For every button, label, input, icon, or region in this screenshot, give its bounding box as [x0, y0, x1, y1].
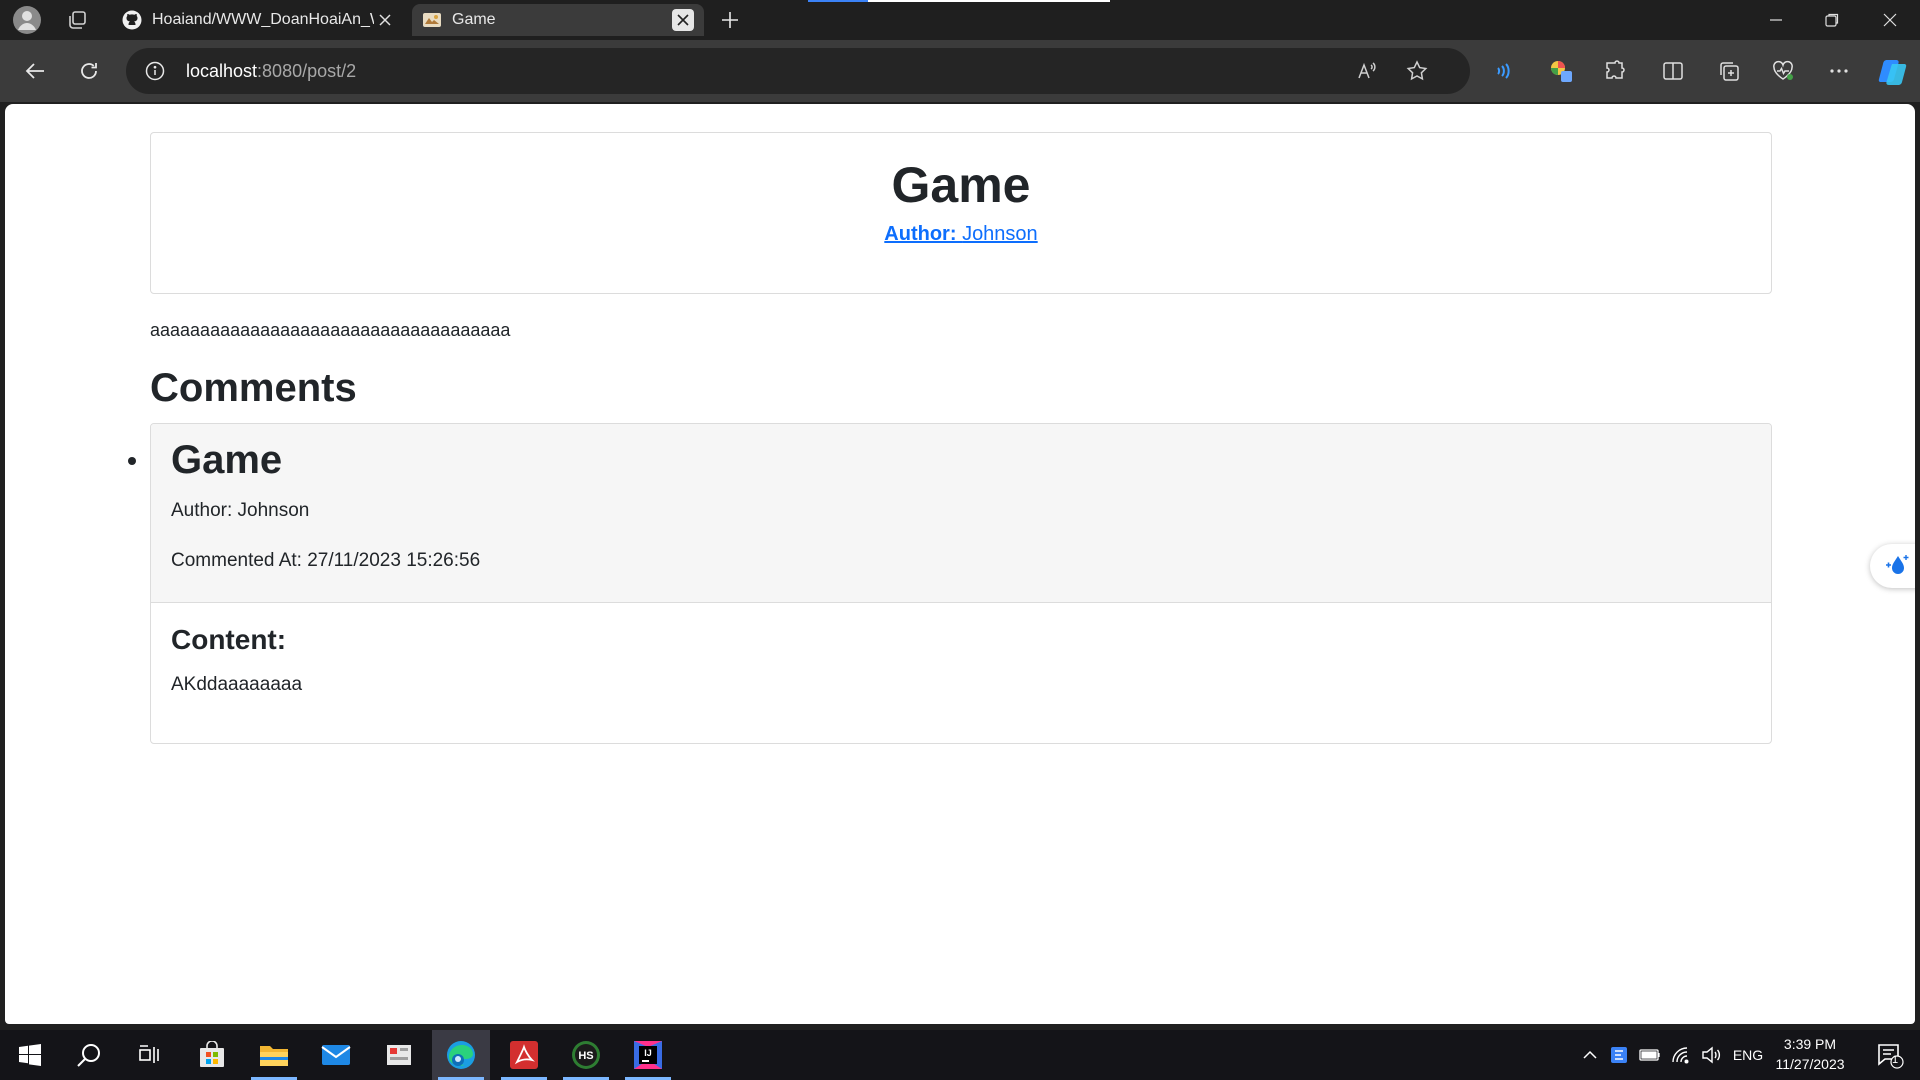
- back-button[interactable]: [16, 52, 54, 90]
- edge-icon[interactable]: [432, 1030, 490, 1080]
- mail-icon[interactable]: [307, 1030, 365, 1080]
- snipping-app-icon[interactable]: [370, 1030, 428, 1080]
- split-screen-icon[interactable]: [1654, 52, 1692, 90]
- battery-icon[interactable]: [1636, 1030, 1664, 1080]
- read-aloud-icon[interactable]: [1352, 56, 1382, 86]
- page-viewport: Game Author: Johnson aaaaaaaaaaaaaaaaaaa…: [5, 104, 1915, 1024]
- notification-count-badge: 1: [1892, 1054, 1899, 1066]
- author-name: Johnson: [962, 223, 1038, 245]
- copilot-icon[interactable]: [1874, 52, 1912, 90]
- comment-header: Game Author: Johnson Commented At: 27/11…: [151, 424, 1771, 603]
- comment-timestamp: Commented At: 27/11/2023 15:26:56: [171, 550, 481, 571]
- list-bullet: [128, 457, 136, 465]
- close-window-icon[interactable]: [1862, 0, 1918, 40]
- tab-strip: Hoaiand/WWW_DoanHoaiAn_W Game: [0, 0, 1920, 40]
- svg-text:IJ: IJ: [644, 1048, 652, 1058]
- game-favicon: [423, 13, 441, 27]
- extension-color-icon[interactable]: [1542, 52, 1580, 90]
- url-text[interactable]: localhost:8080/post/2: [186, 61, 356, 82]
- task-view-icon[interactable]: [120, 1030, 178, 1080]
- collections-icon[interactable]: [1710, 52, 1748, 90]
- comments-heading: Comments: [150, 366, 357, 410]
- svg-text:HS: HS: [578, 1050, 593, 1062]
- sidebar-assistant-button[interactable]: [1870, 544, 1915, 588]
- file-explorer-icon[interactable]: [245, 1030, 303, 1080]
- microsoft-store-icon[interactable]: [183, 1030, 241, 1080]
- tab-game[interactable]: Game: [412, 4, 704, 36]
- taskbar-clock[interactable]: 3:39 PM 11/27/2023: [1762, 1034, 1858, 1074]
- tab-github[interactable]: Hoaiand/WWW_DoanHoaiAn_W: [112, 4, 406, 36]
- tray-app-icon[interactable]: [1606, 1030, 1632, 1080]
- workspaces-icon[interactable]: [61, 4, 93, 36]
- volume-icon[interactable]: [1698, 1030, 1724, 1080]
- author-label: Author:: [884, 223, 957, 245]
- water-drop-sparkle-icon: [1886, 555, 1909, 574]
- refresh-button[interactable]: [70, 52, 108, 90]
- browser-essentials-icon[interactable]: [1764, 52, 1802, 90]
- read-aloud-active-icon[interactable]: [1484, 52, 1522, 90]
- close-icon[interactable]: [374, 9, 396, 31]
- new-tab-button[interactable]: [714, 4, 746, 36]
- tab-loading-indicator: [808, 0, 868, 2]
- extensions-puzzle-icon[interactable]: [1596, 52, 1634, 90]
- comment-card: Game Author: Johnson Commented At: 27/11…: [150, 423, 1772, 744]
- wifi-icon[interactable]: [1668, 1030, 1694, 1080]
- clock-date: 11/27/2023: [1775, 1056, 1845, 1072]
- close-icon[interactable]: [672, 9, 694, 31]
- comment-content: AKddaaaaaaaa: [171, 674, 303, 695]
- site-info-icon[interactable]: [140, 56, 170, 86]
- browser-toolbar: localhost:8080/post/2: [0, 40, 1920, 102]
- show-hidden-icons-chevron-icon[interactable]: [1578, 1030, 1602, 1080]
- tab-title: Game: [452, 11, 496, 28]
- notification-center-icon[interactable]: 1: [1866, 1030, 1914, 1080]
- tab-loading-indicator: [868, 0, 1110, 2]
- profile-avatar-icon[interactable]: [11, 4, 43, 36]
- url-path: :8080/post/2: [257, 61, 357, 81]
- intellij-icon[interactable]: IJ: [619, 1030, 677, 1080]
- github-icon: [122, 10, 142, 30]
- windows-taskbar: HS IJ ENG 3:39 PM 11/27/2023 1: [0, 1030, 1920, 1080]
- acrobat-icon[interactable]: [495, 1030, 553, 1080]
- post-title: Game: [891, 157, 1031, 213]
- clock-time: 3:39 PM: [1783, 1036, 1837, 1052]
- post-body: aaaaaaaaaaaaaaaaaaaaaaaaaaaaaaaaaaaa: [150, 320, 511, 340]
- url-host: localhost: [186, 61, 258, 81]
- post-header-card: Game Author: Johnson: [150, 132, 1772, 294]
- restore-icon[interactable]: [1804, 0, 1860, 40]
- comment-title: Game: [171, 438, 283, 482]
- author-link[interactable]: Author: Johnson: [884, 223, 1037, 246]
- favorite-star-icon[interactable]: [1402, 56, 1432, 86]
- comment-content-label: Content:: [171, 624, 287, 655]
- tab-title: Hoaiand/WWW_DoanHoaiAn_W: [152, 11, 374, 28]
- address-bar[interactable]: localhost:8080/post/2: [126, 48, 1470, 94]
- windows-start-icon[interactable]: [1, 1030, 59, 1080]
- comment-author: Author: Johnson: [171, 500, 310, 521]
- minimize-icon[interactable]: [1748, 0, 1804, 40]
- hs-app-icon[interactable]: HS: [557, 1030, 615, 1080]
- more-options-icon[interactable]: [1820, 52, 1858, 90]
- search-icon[interactable]: [60, 1030, 118, 1080]
